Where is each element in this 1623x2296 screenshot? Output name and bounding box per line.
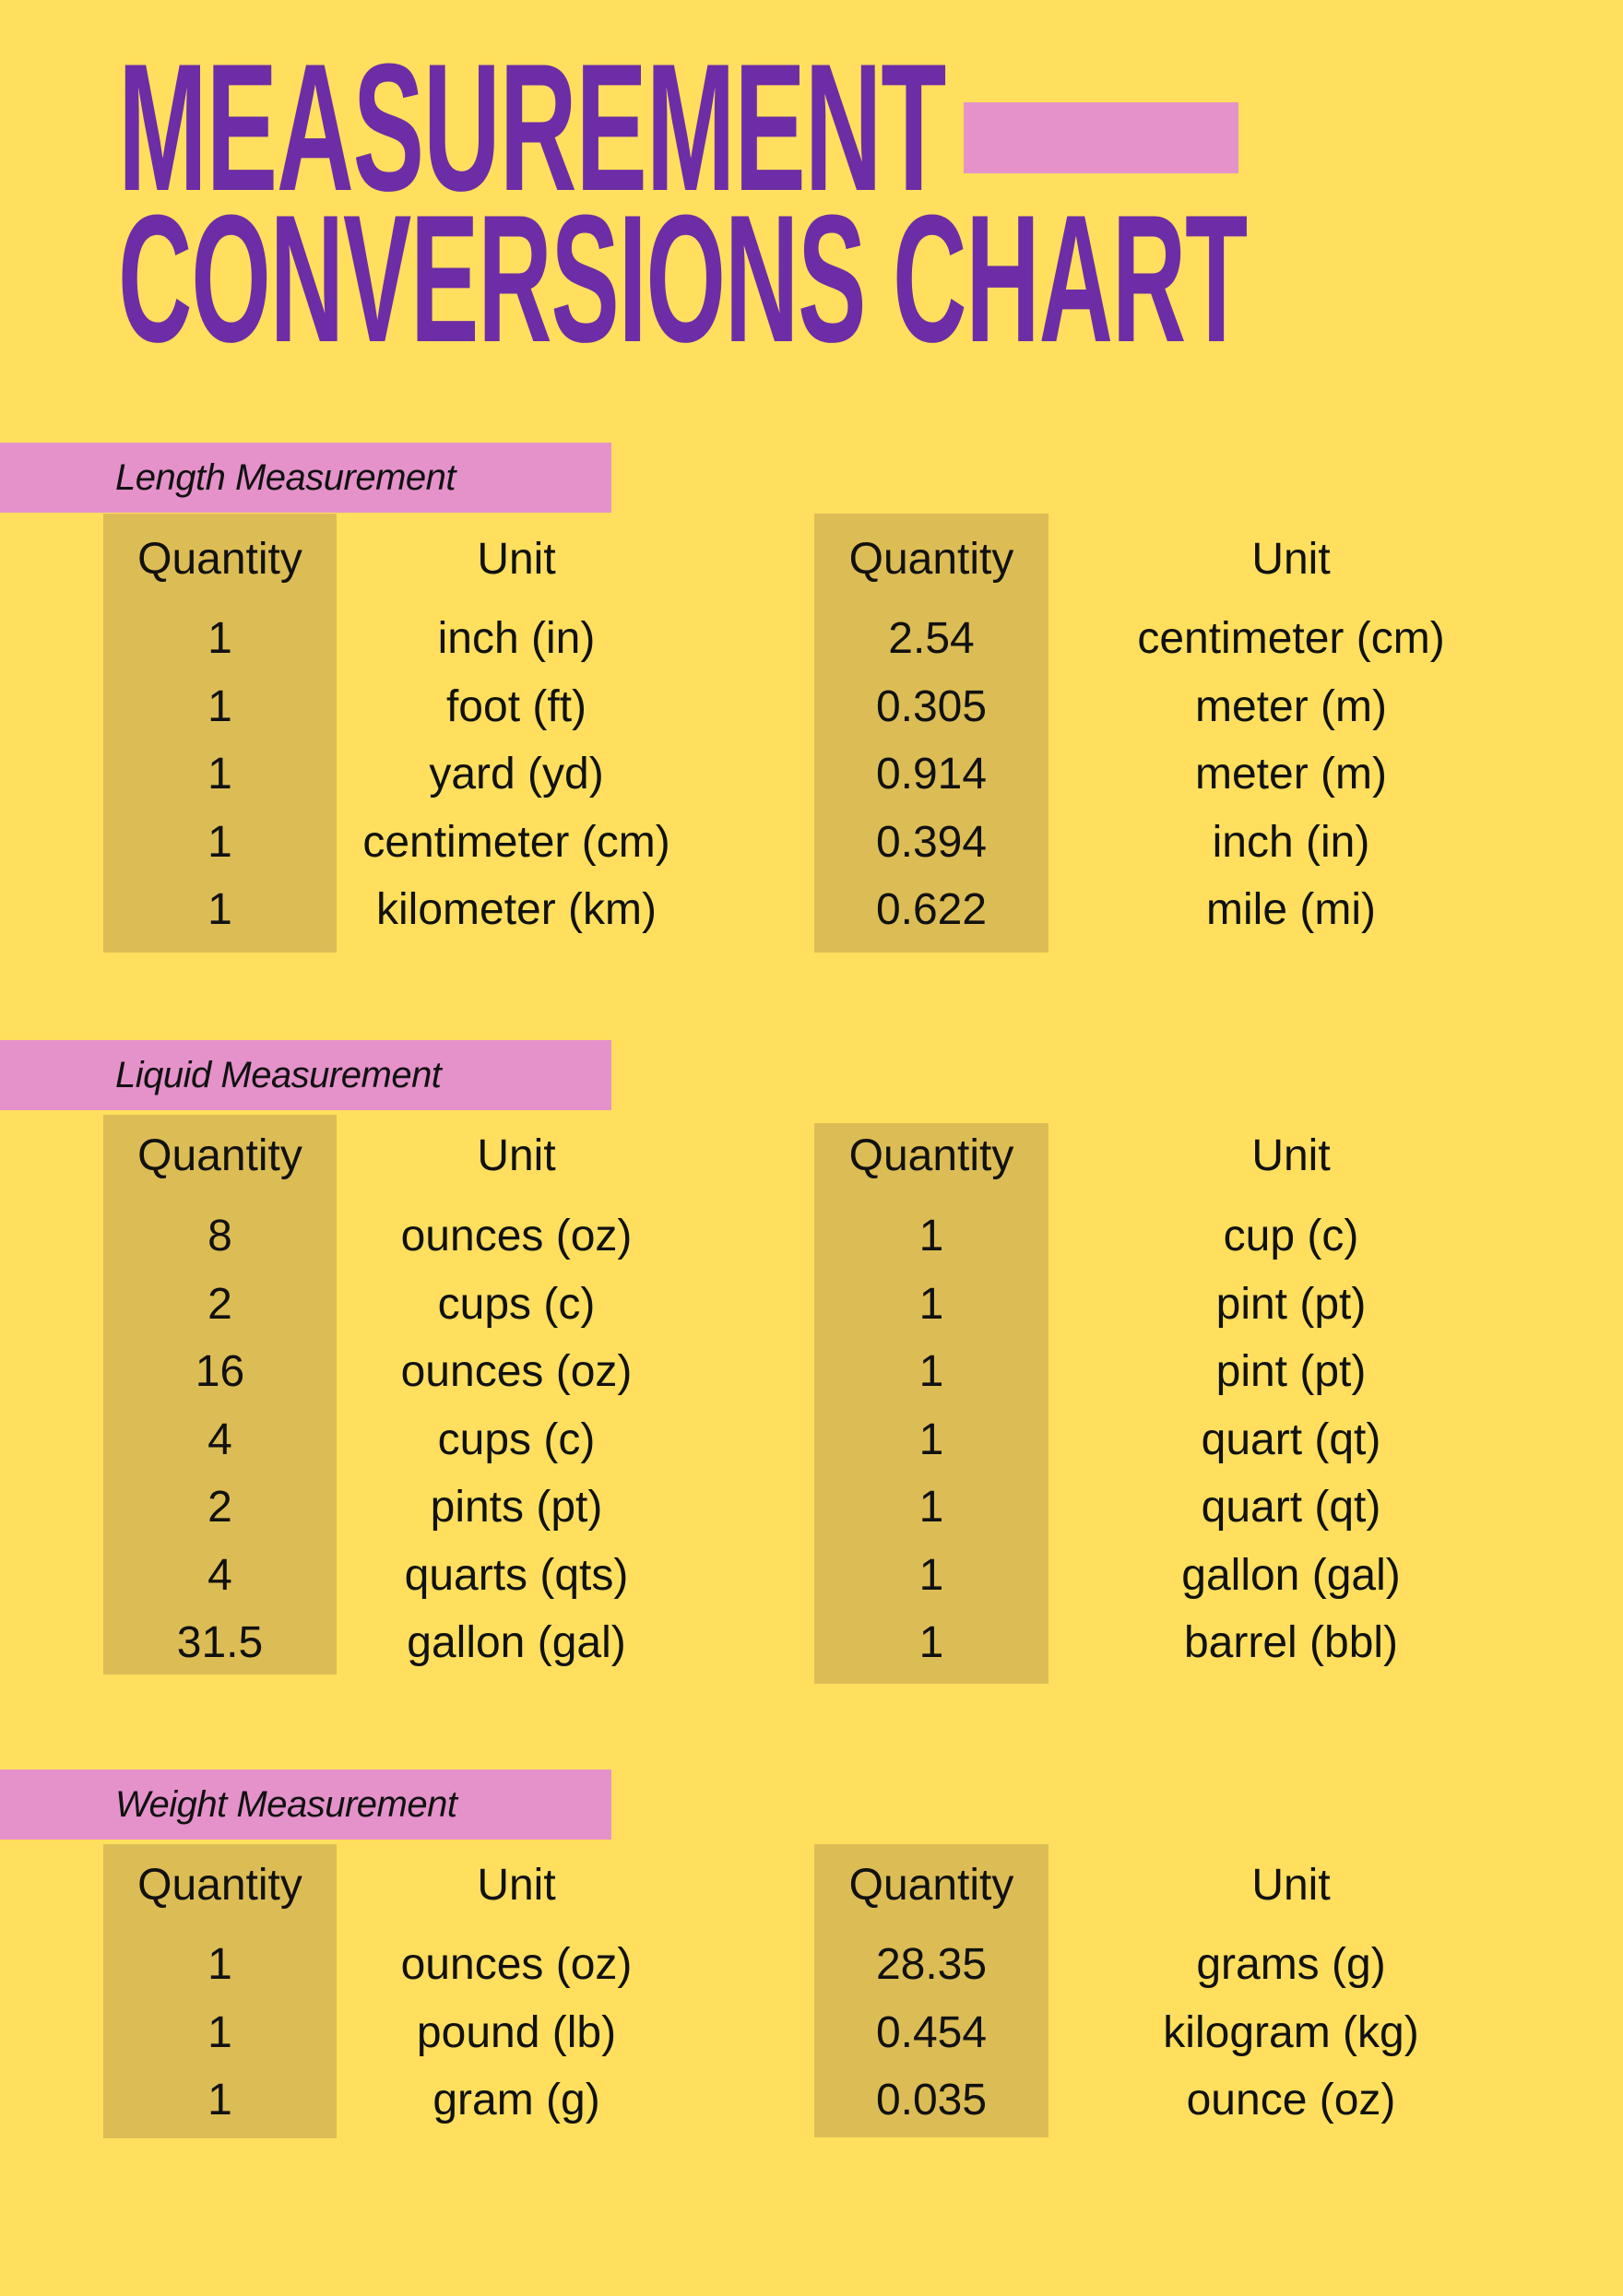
unit-cell: meter (m) [1195,750,1387,799]
column-header: Quantity [137,1131,302,1180]
unit-cell: kilogram (kg) [1163,2007,1419,2057]
unit-cell: ounce (oz) [1186,2076,1396,2124]
section-title: Length Measurement [115,457,456,498]
left-quantity-column: 1 1 1 [103,1931,337,2135]
unit-cell: cups (c) [437,1279,596,1329]
quantity-cell: 2 [207,1483,232,1532]
quantity-cell: 28.35 [875,1940,988,1989]
quantity-cell: 1 [207,614,232,663]
quantity-cell: 1 [918,1279,944,1329]
section-title: Liquid Measurement [115,1055,442,1095]
quantity-cell: 0.622 [875,885,988,934]
right-unit-column: grams (g) kilogram (kg) ounce (oz) [1107,1931,1475,2135]
unit-cell: cups (c) [437,1414,596,1464]
column-header: Quantity [137,535,302,584]
quantity-cell: 16 [195,1347,245,1396]
section-title: Weight Measurement [115,1784,457,1825]
quantity-cell: 1 [918,1483,944,1532]
quantity-cell: 0.394 [875,817,988,867]
quantity-cell: 1 [207,681,232,731]
quantity-cell: 1 [207,885,232,934]
right-unit-column: centimeter (cm) meter (m) meter (m) inch (i… [1107,605,1475,944]
left-quantity-column: 1 1 1 1 1 [103,605,337,944]
left-quantity-column: 8 2 16 4 2 4 31.5 [103,1202,337,1677]
column-header: Unit [477,535,556,584]
unit-cell: inch (in) [437,614,596,663]
unit-cell: quart (qt) [1201,1483,1381,1532]
quantity-cell: 4 [207,1414,232,1464]
quantity-cell: 4 [207,1550,232,1600]
quantity-cell: 8 [207,1212,232,1260]
column-header: Unit [1251,1861,1331,1910]
unit-cell: inch (in) [1212,817,1370,867]
quantity-cell: 0.914 [875,750,988,799]
quantity-cell: 0.035 [875,2076,988,2124]
section-header-band: Liquid Measurement [0,1040,611,1110]
unit-cell: pint (pt) [1215,1279,1367,1329]
unit-cell: ounces (oz) [400,1212,633,1260]
left-unit-column: inch (in) foot (ft) yard (yd) centimeter (c… [350,605,682,944]
title-accent-bar [964,102,1238,173]
quantity-cell: 1 [207,817,232,867]
quantity-cell: 2.54 [888,614,975,663]
column-header: Quantity [137,1861,302,1910]
section-header-band: Weight Measurement [0,1769,611,1840]
quantity-cell: 1 [918,1212,944,1260]
unit-cell: pint (pt) [1215,1347,1367,1396]
unit-cell: grams (g) [1196,1940,1386,1989]
section-header-band: Length Measurement [0,443,611,513]
unit-cell: barrel (bbl) [1183,1618,1399,1667]
quantity-cell: 1 [918,1550,944,1600]
unit-cell: gallon (gal) [407,1618,626,1667]
unit-cell: mile (mi) [1206,885,1376,934]
right-quantity-column: 1 1 1 1 1 1 1 [814,1202,1048,1677]
unit-cell: foot (ft) [445,681,587,731]
unit-cell: pints (pt) [430,1483,603,1532]
left-unit-column: ounces (oz) cups (c) ounces (oz) cups (c) pi… [350,1202,682,1677]
unit-cell: gram (g) [432,2076,600,2124]
quantity-cell: 1 [207,2007,232,2057]
quantity-cell: 0.305 [875,681,988,731]
unit-cell: centimeter (cm) [1137,614,1445,663]
column-header: Unit [1251,535,1331,584]
column-header: Quantity [848,535,1014,584]
quantity-cell: 1 [207,2076,232,2124]
left-unit-column: ounces (oz) pound (lb) gram (g) [350,1931,682,2135]
column-header: Unit [477,1861,556,1910]
unit-cell: pound (lb) [416,2007,617,2057]
page-title-line-2: CONVERSIONS CHART [118,177,1248,380]
unit-cell: ounces (oz) [400,1347,633,1396]
quantity-cell: 1 [207,1940,232,1989]
column-header: Quantity [848,1861,1014,1910]
quantity-cell: 0.454 [875,2007,988,2057]
column-header: Unit [477,1131,556,1180]
column-header: Quantity [848,1131,1014,1180]
unit-cell: quart (qt) [1201,1414,1381,1464]
right-quantity-column: 28.35 0.454 0.035 [814,1931,1048,2135]
quantity-cell: 1 [918,1414,944,1464]
unit-cell: quarts (qts) [404,1550,629,1600]
quantity-cell: 1 [918,1347,944,1396]
quantity-cell: 31.5 [176,1618,264,1667]
quantity-cell: 1 [918,1618,944,1667]
unit-cell: gallon (gal) [1181,1550,1401,1600]
unit-cell: centimeter (cm) [362,817,670,867]
right-quantity-column: 2.54 0.305 0.914 0.394 0.622 [814,605,1048,944]
right-unit-column: cup (c) pint (pt) pint (pt) quart (qt) quart… [1107,1202,1475,1677]
unit-cell: meter (m) [1195,681,1387,731]
unit-cell: yard (yd) [429,750,604,799]
unit-cell: kilometer (km) [375,885,657,934]
quantity-cell: 2 [207,1279,232,1329]
unit-cell: cup (c) [1223,1212,1359,1260]
quantity-cell: 1 [207,750,232,799]
column-header: Unit [1251,1131,1331,1180]
unit-cell: ounces (oz) [400,1940,633,1989]
